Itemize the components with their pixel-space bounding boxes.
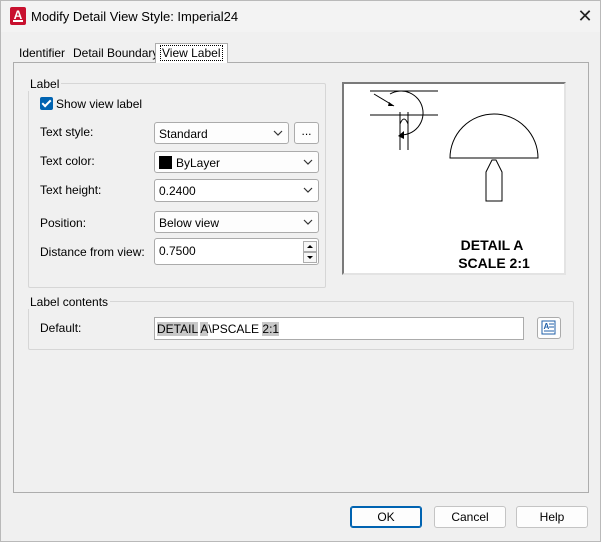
color-swatch — [159, 156, 172, 169]
chevron-down-icon — [303, 159, 313, 165]
label-contents-title: Label contents — [28, 295, 111, 309]
position-select[interactable]: Below view — [154, 211, 319, 233]
text-height-label: Text height: — [40, 183, 102, 197]
show-view-label-label[interactable]: Show view label — [56, 97, 142, 111]
tab-identifier[interactable]: Identifier — [14, 44, 70, 63]
position-label: Position: — [40, 216, 87, 230]
window-title: Modify Detail View Style: Imperial24 — [31, 9, 239, 24]
text-style-select[interactable]: Standard — [154, 122, 289, 144]
close-button[interactable]: ✕ — [573, 5, 597, 27]
spin-down-button[interactable] — [303, 252, 317, 263]
chevron-down-icon — [273, 130, 283, 136]
chevron-down-icon — [303, 187, 313, 193]
text-color-label: Text color: — [40, 154, 95, 168]
distance-from-view-label: Distance from view: — [40, 245, 145, 259]
title-bar: A Modify Detail View Style: Imperial24 ✕ — [1, 1, 600, 32]
default-label: Default: — [40, 321, 82, 335]
svg-text:A: A — [544, 322, 550, 331]
preview-label-line2: SCALE 2:1 — [458, 255, 530, 271]
text-height-combobox[interactable]: 0.2400 — [154, 179, 319, 202]
detail-view-preview-drawing: DETAIL A SCALE 2:1 — [370, 90, 539, 271]
ok-button[interactable]: OK — [350, 506, 422, 528]
autocad-app-icon: A — [10, 7, 26, 25]
text-color-select[interactable]: ByLayer — [154, 151, 319, 173]
default-contents-field[interactable]: DETAIL A\PSCALE 2:1 — [154, 317, 524, 340]
text-editor-icon: A — [541, 320, 556, 335]
label-group-title: Label — [28, 77, 62, 91]
text-style-label: Text style: — [40, 125, 94, 139]
text-editor-button[interactable]: A — [537, 317, 561, 339]
show-view-label-checkbox[interactable] — [40, 97, 53, 110]
dialog-window: A Modify Detail View Style: Imperial24 ✕… — [0, 0, 601, 542]
tab-view-label[interactable]: View Label — [155, 43, 228, 63]
chevron-down-icon — [303, 219, 313, 225]
tab-detail-boundary[interactable]: Detail Boundary — [68, 44, 163, 63]
close-icon: ✕ — [577, 6, 593, 26]
cancel-button[interactable]: Cancel — [434, 506, 506, 528]
preview-pane: DETAIL A SCALE 2:1 — [342, 82, 566, 275]
preview-label-line1: DETAIL A — [461, 237, 524, 253]
distance-from-view-spinner[interactable]: 0.7500 — [154, 238, 319, 265]
text-style-browse-button[interactable]: ... — [294, 122, 319, 144]
help-button[interactable]: Help — [516, 506, 588, 528]
default-contents-text: DETAIL A\PSCALE 2:1 — [157, 322, 280, 336]
spin-up-button[interactable] — [303, 241, 317, 252]
